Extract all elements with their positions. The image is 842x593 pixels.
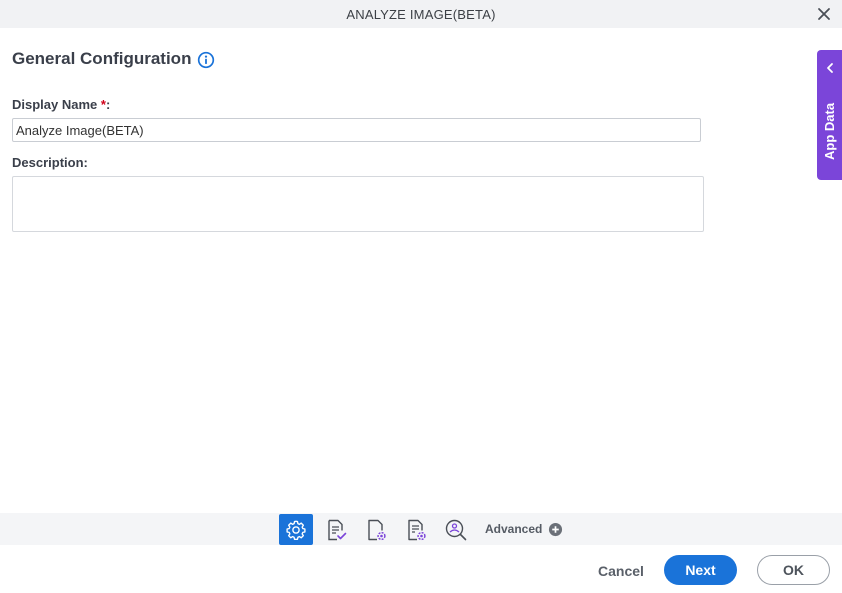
ok-button[interactable]: OK bbox=[757, 555, 830, 585]
display-name-label: Display Name *: bbox=[12, 97, 110, 112]
toolbar-document-list-settings[interactable] bbox=[399, 514, 433, 545]
display-name-input[interactable] bbox=[12, 118, 701, 142]
document-gear-icon bbox=[368, 519, 386, 540]
gear-icon bbox=[286, 520, 306, 540]
info-icon[interactable] bbox=[197, 51, 215, 69]
toolbar-general-configuration[interactable] bbox=[279, 514, 313, 545]
bottom-toolbar: Advanced bbox=[0, 513, 842, 545]
section-title: General Configuration bbox=[12, 49, 192, 68]
toolbar-document-settings[interactable] bbox=[359, 514, 393, 545]
toolbar-image-search[interactable] bbox=[439, 514, 473, 545]
document-list-gear-icon bbox=[408, 519, 426, 540]
app-data-label: App Data bbox=[822, 102, 837, 160]
document-check-icon bbox=[328, 519, 347, 540]
next-button[interactable]: Next bbox=[664, 555, 737, 585]
advanced-toggle[interactable]: Advanced bbox=[485, 513, 563, 545]
toolbar-document-check[interactable] bbox=[319, 514, 353, 545]
description-label: Description: bbox=[12, 155, 88, 170]
close-icon[interactable] bbox=[816, 6, 832, 22]
display-name-label-suffix: : bbox=[105, 97, 111, 112]
dialog-title: ANALYZE IMAGE(BETA) bbox=[346, 7, 496, 22]
cancel-button[interactable]: Cancel bbox=[588, 556, 654, 585]
app-data-panel-tab[interactable]: App Data bbox=[817, 50, 842, 180]
dialog-titlebar: ANALYZE IMAGE(BETA) bbox=[0, 0, 842, 28]
chevron-left-icon bbox=[827, 63, 833, 73]
description-textarea[interactable] bbox=[12, 176, 704, 232]
analyze-image-dialog: ANALYZE IMAGE(BETA) General Configuratio… bbox=[0, 0, 842, 593]
display-name-label-text: Display Name bbox=[12, 97, 101, 112]
advanced-label: Advanced bbox=[485, 522, 543, 536]
image-search-icon bbox=[445, 519, 467, 540]
plus-circle-icon bbox=[549, 522, 563, 536]
